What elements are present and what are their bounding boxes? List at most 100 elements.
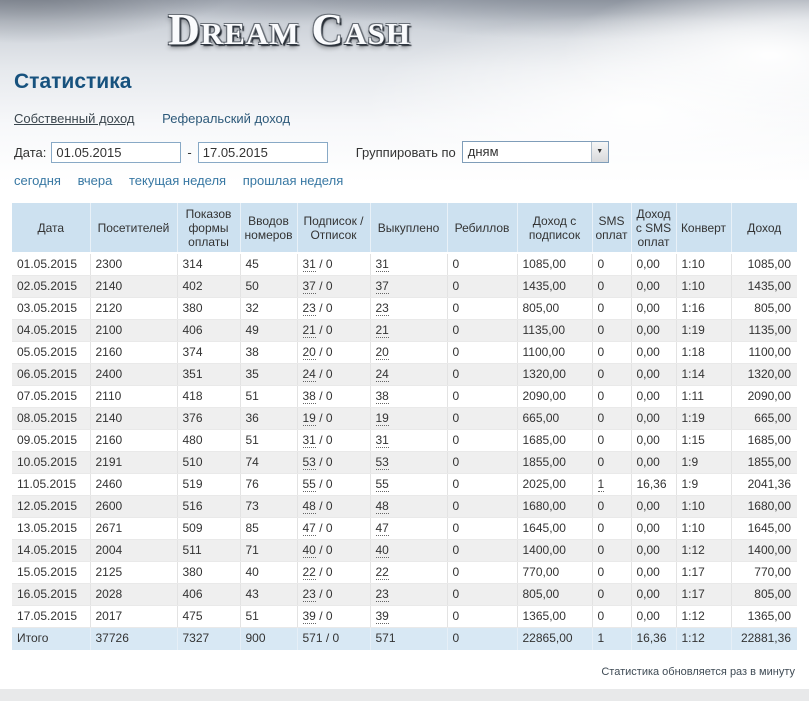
redeemed-count-link[interactable]: 22 [376, 565, 389, 580]
footer-strip [0, 689, 809, 701]
table-cell: 14.05.2015 [12, 540, 90, 562]
totals-cell: 1:12 [676, 628, 731, 650]
subscriptions-count-link[interactable]: 38 [303, 389, 316, 404]
subscriptions-count-link[interactable]: 48 [303, 499, 316, 514]
update-note: Статистика обновляется раз в минуту [12, 666, 797, 678]
subscriptions-count-link[interactable]: 22 [303, 565, 316, 580]
redeemed-count-link[interactable]: 40 [376, 543, 389, 558]
table-cell: 0 [592, 430, 631, 452]
subscriptions-count-link[interactable]: 20 [303, 345, 316, 360]
table-cell: 2125 [90, 562, 177, 584]
table-cell: 0 [447, 253, 517, 276]
totals-cell: 37726 [90, 628, 177, 650]
table-cell: 0 [592, 540, 631, 562]
table-cell: 76 [240, 474, 297, 496]
table-cell: 2460 [90, 474, 177, 496]
table-cell: 1:17 [676, 584, 731, 606]
table-cell: 45 [240, 253, 297, 276]
subscriptions-count-link[interactable]: 40 [303, 543, 316, 558]
subscriptions-count-link[interactable]: 23 [303, 301, 316, 316]
redeemed-count-link[interactable]: 23 [376, 587, 389, 602]
date-from-input[interactable] [51, 142, 181, 163]
subscriptions-count-link[interactable]: 39 [303, 609, 316, 624]
redeemed-count-link[interactable]: 24 [376, 367, 389, 382]
group-by-select[interactable]: дням ▼ [462, 141, 609, 163]
redeemed-count-link[interactable]: 19 [376, 411, 389, 426]
subscriptions-count-link[interactable]: 31 [303, 433, 316, 448]
quick-link-last-week[interactable]: прошлая неделя [243, 173, 344, 188]
table-cell: 1:15 [676, 430, 731, 452]
table-cell: 47 [370, 518, 447, 540]
table-cell: 1:10 [676, 496, 731, 518]
redeemed-count-link[interactable]: 31 [376, 433, 389, 448]
table-cell: 23 [370, 298, 447, 320]
table-cell: 0,00 [631, 386, 676, 408]
date-range-separator: - [187, 145, 191, 160]
sms-payments-count-link[interactable]: 1 [598, 477, 605, 492]
quick-link-today[interactable]: сегодня [14, 173, 61, 188]
table-row: 14.05.201520045117140 / 04001400,0000,00… [12, 540, 797, 562]
page-title: Статистика [14, 0, 797, 94]
tab-own-income[interactable]: Собственный доход [14, 111, 135, 126]
table-cell: 0,00 [631, 342, 676, 364]
table-cell: 2090,00 [731, 386, 797, 408]
table-cell: 53 / 0 [297, 452, 370, 474]
date-to-input[interactable] [198, 142, 328, 163]
redeemed-count-link[interactable]: 20 [376, 345, 389, 360]
table-cell: 380 [177, 298, 240, 320]
table-cell: 2041,36 [731, 474, 797, 496]
redeemed-count-link[interactable]: 38 [376, 389, 389, 404]
quick-link-yesterday[interactable]: вчера [78, 173, 113, 188]
table-cell: 08.05.2015 [12, 408, 90, 430]
table-cell: 1855,00 [517, 452, 592, 474]
filter-row: Дата: - Группировать по дням ▼ [14, 141, 797, 163]
redeemed-count-link[interactable]: 39 [376, 609, 389, 624]
tab-referral-income[interactable]: Реферальский доход [162, 111, 290, 126]
table-cell: 0,00 [631, 320, 676, 342]
table-row: 13.05.201526715098547 / 04701645,0000,00… [12, 518, 797, 540]
table-cell: 0,00 [631, 606, 676, 628]
redeemed-count-link[interactable]: 48 [376, 499, 389, 514]
table-cell: 0 [592, 518, 631, 540]
table-cell: 1:19 [676, 320, 731, 342]
table-cell: 511 [177, 540, 240, 562]
totals-cell: 0 [447, 628, 517, 650]
table-cell: 509 [177, 518, 240, 540]
table-cell: 85 [240, 518, 297, 540]
subscriptions-count-link[interactable]: 37 [303, 279, 316, 294]
table-cell: 0 [447, 452, 517, 474]
subscriptions-count-link[interactable]: 19 [303, 411, 316, 426]
redeemed-count-link[interactable]: 47 [376, 521, 389, 536]
subscriptions-count-link[interactable]: 23 [303, 587, 316, 602]
table-cell: 406 [177, 584, 240, 606]
table-cell: 17.05.2015 [12, 606, 90, 628]
subscriptions-count-link[interactable]: 53 [303, 455, 316, 470]
redeemed-count-link[interactable]: 21 [376, 323, 389, 338]
subscriptions-count-link[interactable]: 55 [303, 477, 316, 492]
totals-cell: 1 [592, 628, 631, 650]
table-cell: 1085,00 [731, 253, 797, 276]
redeemed-count-link[interactable]: 23 [376, 301, 389, 316]
page: Dream Cash Galileoman Статистика Собстве… [0, 0, 809, 701]
table-cell: 37 / 0 [297, 276, 370, 298]
table-cell: 2017 [90, 606, 177, 628]
table-cell: 374 [177, 342, 240, 364]
table-cell: 49 [240, 320, 297, 342]
subscriptions-count-link[interactable]: 31 [303, 257, 316, 272]
table-cell: 1:14 [676, 364, 731, 386]
table-cell: 07.05.2015 [12, 386, 90, 408]
subscriptions-count-link[interactable]: 24 [303, 367, 316, 382]
subscriptions-count-link[interactable]: 21 [303, 323, 316, 338]
subscriptions-count-link[interactable]: 47 [303, 521, 316, 536]
column-header-conversion: Конверт [676, 203, 731, 253]
table-cell: 47 / 0 [297, 518, 370, 540]
redeemed-count-link[interactable]: 53 [376, 455, 389, 470]
table-cell: 0,00 [631, 518, 676, 540]
chevron-down-icon[interactable]: ▼ [591, 142, 608, 162]
redeemed-count-link[interactable]: 55 [376, 477, 389, 492]
table-cell: 0 [447, 496, 517, 518]
quick-link-current-week[interactable]: текущая неделя [129, 173, 226, 188]
table-cell: 1100,00 [517, 342, 592, 364]
redeemed-count-link[interactable]: 37 [376, 279, 389, 294]
redeemed-count-link[interactable]: 31 [376, 257, 389, 272]
